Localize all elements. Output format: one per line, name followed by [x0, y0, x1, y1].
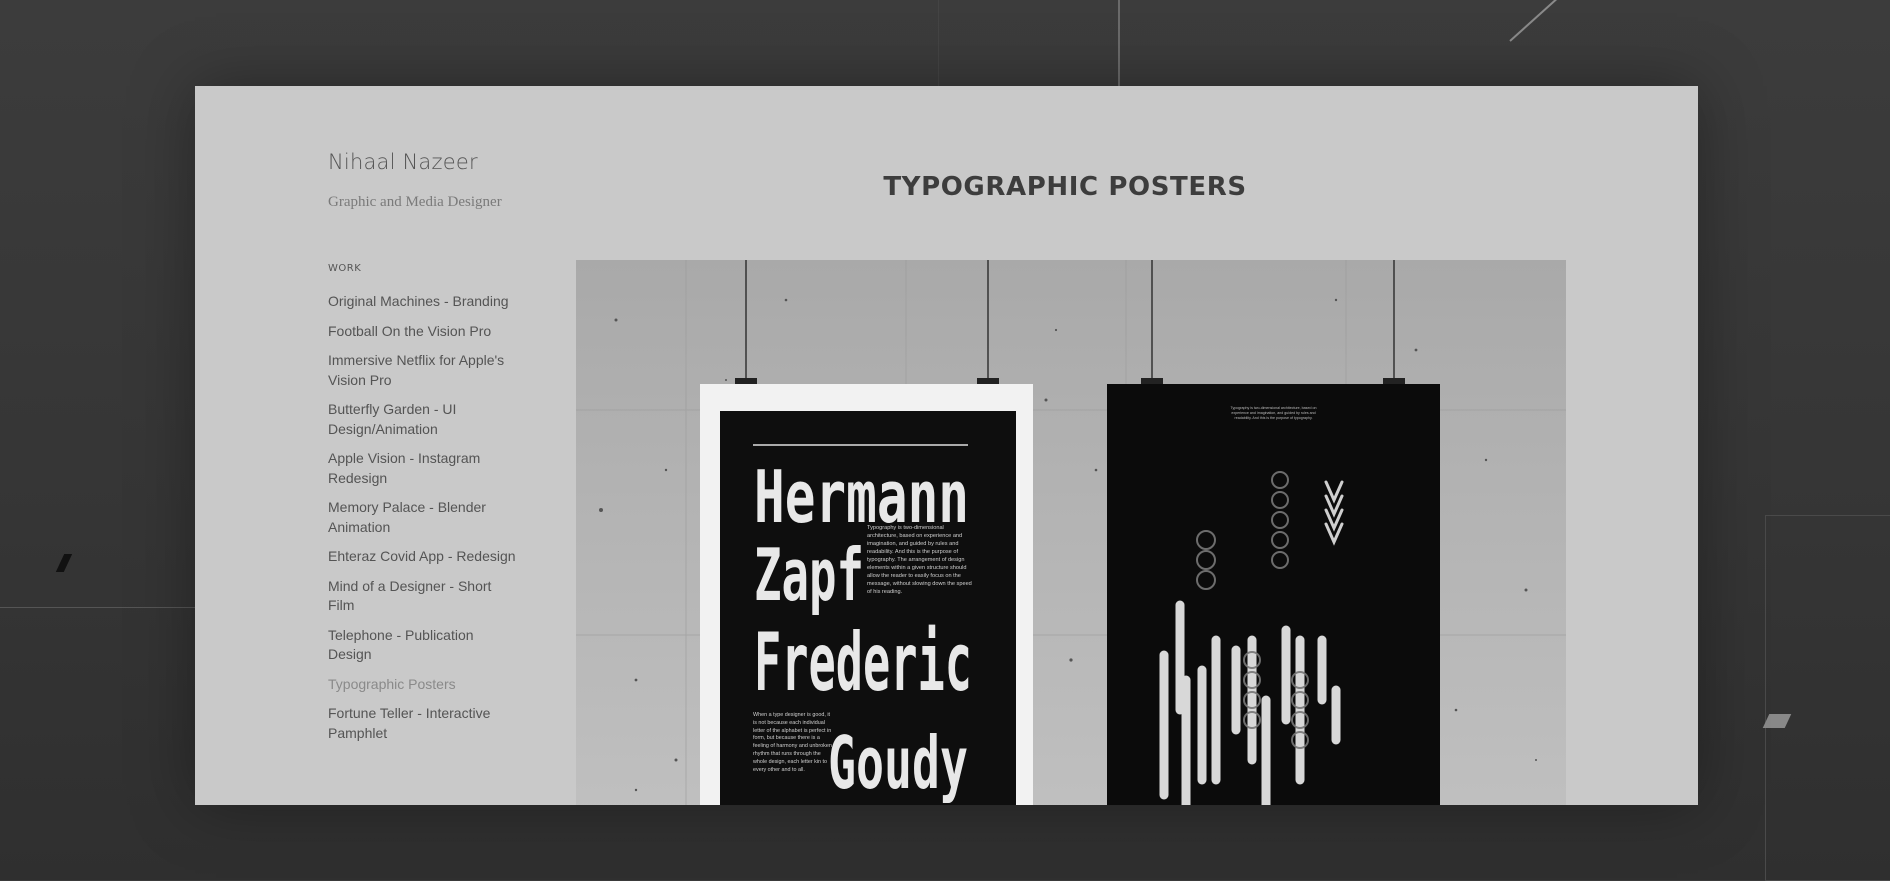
right-poster-caption-text: Typography is two-dimensional architectu…: [1230, 406, 1317, 420]
poster-mockup-illustration: Hermann Zapf Frederic Goudy Typography i…: [576, 260, 1566, 805]
nav-item-7[interactable]: Mind of a Designer - Short Film: [328, 577, 518, 616]
page-title: TYPOGRAPHIC POSTERS: [883, 172, 1247, 202]
right-poster-caption: Typography is two-dimensional architectu…: [1230, 406, 1317, 420]
poster-body-bottom: When a type designer is good, it is not …: [753, 712, 832, 773]
poster-headline-line: Zapf: [754, 533, 864, 617]
nav-item-8[interactable]: Telephone - Publication Design: [328, 626, 518, 665]
site-subtitle: Graphic and Media Designer: [328, 194, 502, 210]
backdrop-line: [0, 607, 195, 608]
nav-heading-work: WORK: [328, 263, 362, 274]
site-title[interactable]: Nihaal Nazeer: [328, 150, 518, 174]
nav-item-1[interactable]: Football On the Vision Pro: [328, 322, 518, 342]
poster-headline-line: Frederic: [754, 616, 972, 709]
nav-item-5[interactable]: Memory Palace - Blender Animation: [328, 498, 518, 537]
backdrop-line: [938, 0, 939, 86]
backdrop-panel: [1765, 515, 1890, 881]
nav-item-3[interactable]: Butterfly Garden - UI Design/Animation: [328, 400, 518, 439]
poster-body-text-top: Typography is two-dimensional architectu…: [867, 525, 972, 595]
nav-item-6[interactable]: Ehteraz Covid App - Redesign: [328, 547, 518, 567]
nav-item-9[interactable]: Typographic Posters: [328, 675, 518, 695]
poster-body-top: Typography is two-dimensional architectu…: [867, 525, 972, 595]
nav-item-0[interactable]: Original Machines - Branding: [328, 292, 518, 312]
sidebar: Nihaal Nazeer Graphic and Media Designer…: [328, 150, 518, 753]
nav-item-4[interactable]: Apple Vision - Instagram Redesign: [328, 449, 518, 488]
nav-item-10[interactable]: Fortune Teller - Interactive Pamphlet: [328, 704, 518, 743]
poster-body-text-bottom: When a type designer is good, it is not …: [753, 712, 832, 773]
backdrop-line: [1118, 0, 1120, 86]
work-nav-list: Original Machines - Branding Football On …: [328, 292, 518, 743]
website-window: Nihaal Nazeer Graphic and Media Designer…: [195, 86, 1698, 805]
hero-image-posters-mockup: Hermann Zapf Frederic Goudy Typography i…: [576, 260, 1566, 805]
poster-headline-line: Goudy: [828, 721, 968, 805]
nav-item-2[interactable]: Immersive Netflix for Apple's Vision Pro: [328, 351, 518, 390]
